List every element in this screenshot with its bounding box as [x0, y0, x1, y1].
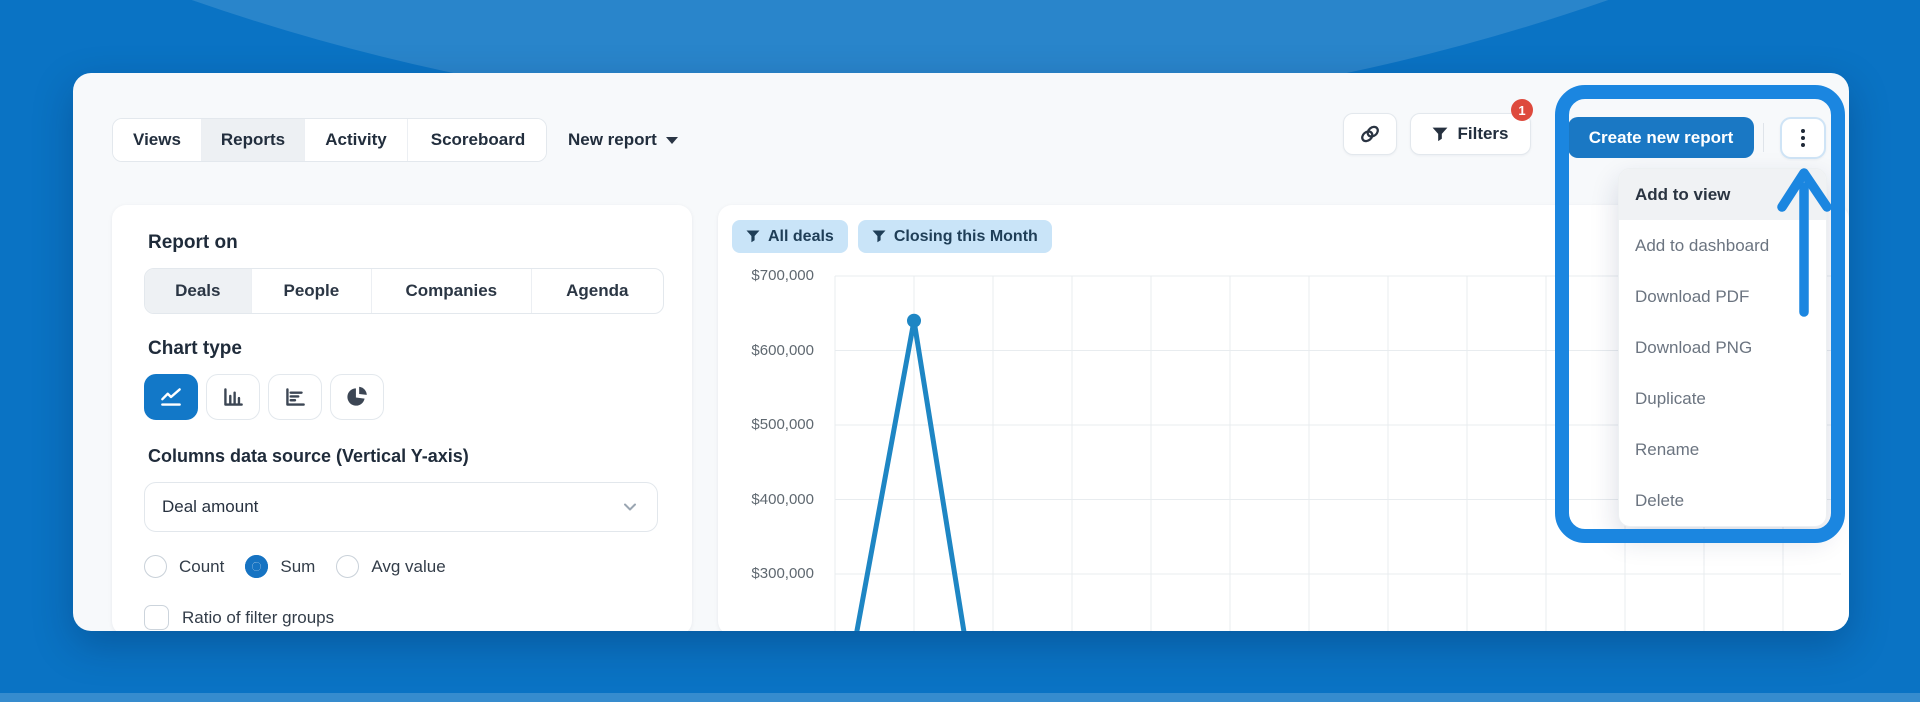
menu-item-delete[interactable]: Delete [1619, 475, 1826, 526]
radio-sum[interactable]: Sum [245, 555, 315, 578]
chart-type-line-button[interactable] [144, 374, 198, 420]
context-menu: Add to view Add to dashboard Download PD… [1618, 168, 1827, 527]
chart-type-selector [144, 374, 656, 420]
radio-icon [245, 555, 269, 578]
funnel-icon [872, 230, 886, 243]
applied-filter-chips: All deals Closing this Month [732, 220, 1052, 253]
page-background: Views Reports Activity Scoreboard New re… [0, 0, 1920, 702]
filters-badge: 1 [1511, 99, 1533, 121]
link-icon [1361, 125, 1379, 143]
create-new-report-button[interactable]: Create new report [1568, 117, 1754, 158]
filter-chip-closing-this-month[interactable]: Closing this Month [857, 220, 1052, 253]
entity-tab-people[interactable]: People [252, 269, 373, 313]
entity-tab-bar: Deals People Companies Agenda [144, 268, 664, 314]
filter-chip-all-deals[interactable]: All deals [732, 220, 848, 253]
report-on-heading: Report on [148, 232, 238, 253]
line-chart-icon [161, 388, 181, 406]
chevron-down-icon [624, 503, 636, 511]
tab-label: Scoreboard [430, 130, 526, 149]
report-config-panel: Report on Deals People Companies Agenda … [112, 205, 692, 631]
menu-item-add-to-dashboard[interactable]: Add to dashboard [1619, 220, 1826, 271]
background-bottom-band [0, 693, 1920, 702]
new-report-dropdown[interactable]: New report [568, 118, 678, 162]
filters-button[interactable]: Filters [1410, 113, 1531, 155]
data-source-value: Deal amount [162, 497, 259, 516]
reports-app-card: Views Reports Activity Scoreboard New re… [73, 73, 1849, 631]
menu-item-download-pdf[interactable]: Download PDF [1619, 271, 1826, 322]
menu-item-download-png[interactable]: Download PNG [1619, 322, 1826, 373]
tab-scoreboard[interactable]: Scoreboard [408, 119, 546, 161]
view-tab-bar: Views Reports Activity Scoreboard [112, 118, 547, 162]
funnel-icon [746, 230, 760, 243]
tab-label: Activity [325, 130, 387, 149]
funnel-icon [1433, 127, 1448, 141]
tab-views[interactable]: Views [113, 119, 202, 161]
aggregation-options: Count Sum Avg value [144, 555, 656, 578]
radio-count[interactable]: Count [144, 555, 224, 578]
chart-type-bar-button[interactable] [268, 374, 322, 420]
radio-avg-value[interactable]: Avg value [336, 555, 446, 578]
entity-tab-deals[interactable]: Deals [145, 269, 252, 313]
entity-tab-agenda[interactable]: Agenda [532, 269, 663, 313]
caret-down-icon [665, 136, 678, 144]
header-divider [1763, 123, 1764, 152]
new-report-label: New report [568, 130, 657, 149]
tab-reports[interactable]: Reports [202, 119, 305, 161]
pie-chart-icon [347, 386, 367, 406]
menu-item-add-to-view[interactable]: Add to view [1619, 169, 1826, 220]
radio-icon [336, 555, 360, 578]
ratio-filter-groups-option[interactable]: Ratio of filter groups [144, 605, 656, 630]
horizontal-bar-chart-icon [286, 388, 305, 406]
chart-type-pie-button[interactable] [330, 374, 384, 420]
menu-item-duplicate[interactable]: Duplicate [1619, 373, 1826, 424]
tab-activity[interactable]: Activity [305, 119, 408, 161]
columns-source-heading: Columns data source (Vertical Y-axis) [148, 446, 469, 466]
more-options-button[interactable] [1780, 117, 1826, 159]
tab-label: Views [133, 130, 181, 149]
chart-type-column-button[interactable] [206, 374, 260, 420]
checkbox-icon [144, 605, 169, 630]
tab-label: Reports [220, 130, 286, 149]
column-chart-icon [224, 388, 243, 406]
copy-link-button[interactable] [1343, 113, 1397, 155]
filters-label: Filters [1457, 124, 1509, 143]
chart-type-heading: Chart type [148, 338, 242, 359]
data-source-select[interactable]: Deal amount [144, 482, 658, 532]
radio-icon [144, 555, 167, 578]
menu-item-rename[interactable]: Rename [1619, 424, 1826, 475]
entity-tab-companies[interactable]: Companies [372, 269, 532, 313]
kebab-icon [1801, 129, 1805, 133]
